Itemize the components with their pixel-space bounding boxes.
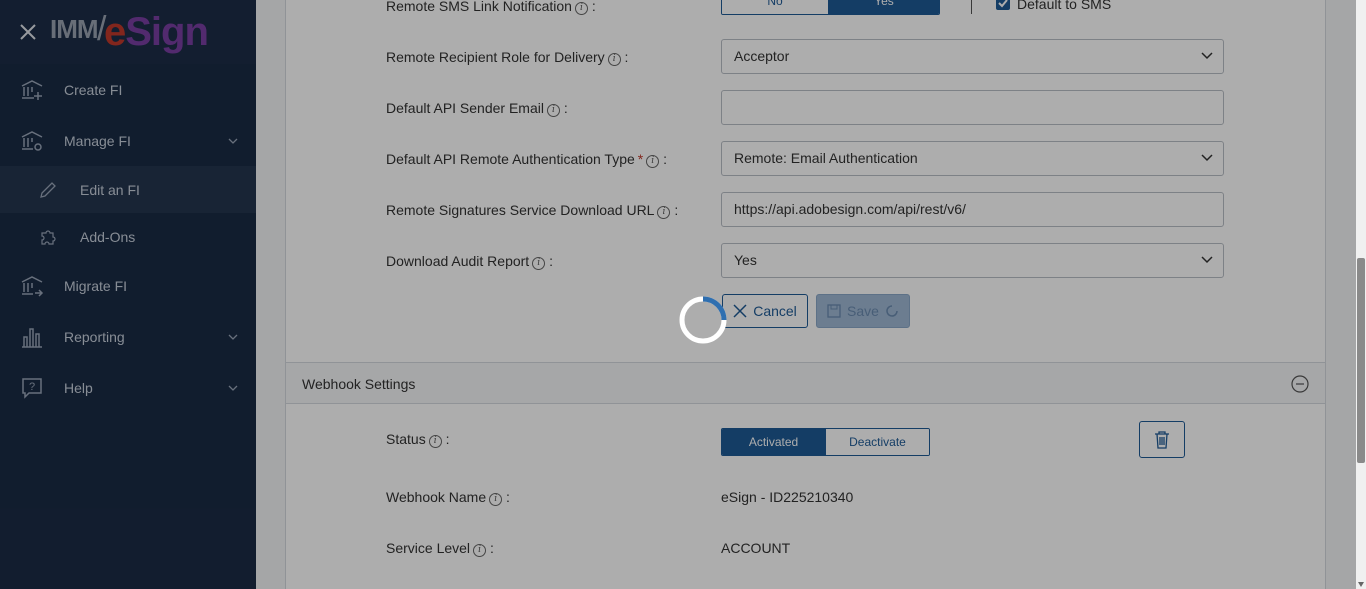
scroll-down-icon[interactable] xyxy=(1358,582,1364,587)
page-scrollbar[interactable] xyxy=(1356,0,1366,589)
loading-spinner-icon xyxy=(679,296,727,344)
scrollbar-thumb[interactable] xyxy=(1357,258,1365,463)
